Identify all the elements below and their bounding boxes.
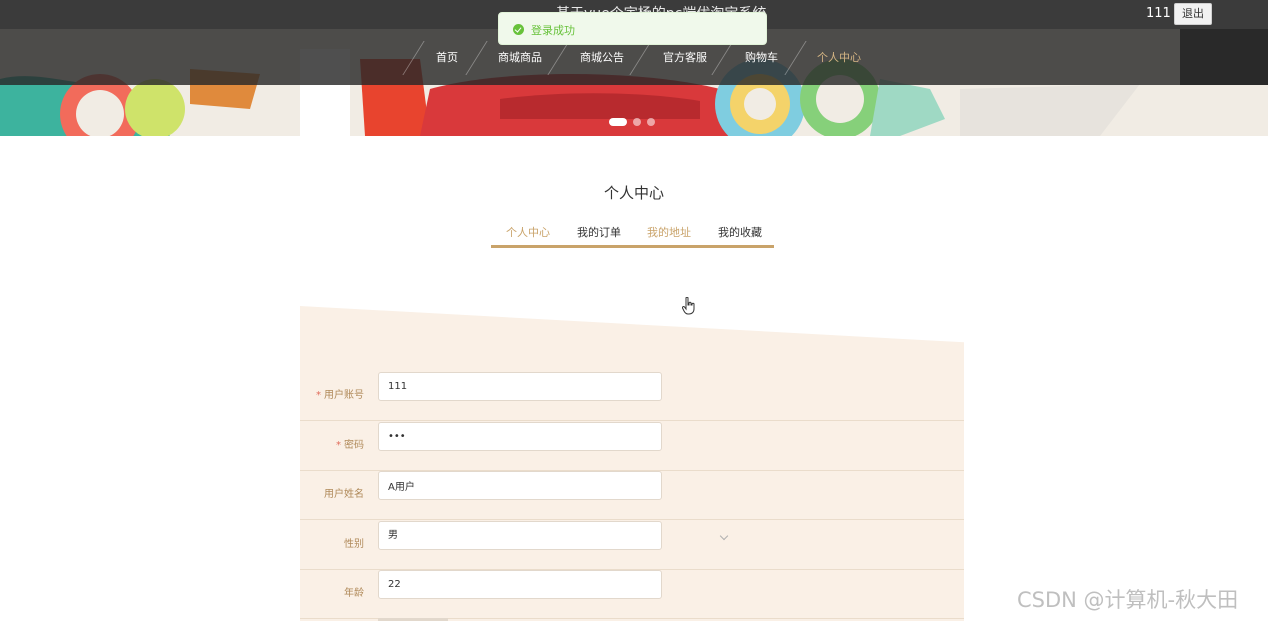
account-input[interactable] [378, 372, 662, 401]
hand-cursor-icon [682, 297, 695, 315]
field-label: 性别 [344, 539, 364, 550]
nav-separator [784, 41, 807, 75]
nav-item-products[interactable]: 商城商品 [498, 49, 542, 65]
carousel-dot-1[interactable] [609, 118, 627, 126]
field-label: * 密码 [336, 440, 364, 451]
nav-separator [629, 41, 652, 75]
success-toast: 登录成功 [498, 12, 767, 45]
banner-carousel[interactable]: 首页 商城商品 商城公告 官方客服 购物车 个人中心 [0, 29, 1268, 136]
carousel-dot-2[interactable] [633, 118, 641, 126]
tab-my-address[interactable]: 我的地址 [647, 224, 691, 240]
nav-separator [465, 41, 488, 75]
tab-profile[interactable]: 个人中心 [506, 224, 550, 240]
gender-select-value: 男 [388, 530, 398, 541]
field-label: * 用户账号 [316, 390, 364, 401]
form-row-password: * 密码 [300, 421, 964, 471]
nav-separator [547, 41, 570, 75]
username: 111 [1146, 6, 1171, 21]
page-title: 个人中心 [603, 184, 664, 202]
field-label: 年龄 [344, 588, 364, 599]
nav-separator [402, 41, 425, 75]
chevron-down-icon [719, 531, 729, 541]
toast-message: 登录成功 [531, 24, 575, 37]
form-row-account: * 用户账号 [300, 371, 964, 421]
form-row-gender: 性别 男 [300, 520, 964, 570]
nav-item-announcements[interactable]: 商城公告 [580, 49, 624, 65]
form-row-age: 年龄 [300, 569, 964, 619]
tab-my-favorites[interactable]: 我的收藏 [718, 224, 762, 240]
form-row-name: 用户姓名 [300, 470, 964, 520]
age-input[interactable] [378, 570, 662, 599]
gender-select[interactable]: 男 [378, 521, 729, 550]
name-input[interactable] [378, 471, 662, 500]
nav-separator [711, 41, 734, 75]
watermark: CSDN @计算机-秋大田 [1017, 588, 1239, 612]
nav-item-customer-service[interactable]: 官方客服 [663, 49, 707, 65]
page-root: 基于vue个宇杨的pc端优淘宝系统 111 退出 首页 [0, 0, 1268, 621]
field-label: 用户姓名 [324, 489, 364, 500]
nav-item-home[interactable]: 首页 [436, 49, 458, 65]
success-check-icon [513, 24, 524, 35]
nav-item-profile[interactable]: 个人中心 [817, 49, 861, 65]
logout-button[interactable]: 退出 [1174, 3, 1212, 25]
tab-my-orders[interactable]: 我的订单 [577, 224, 621, 240]
nav-item-cart[interactable]: 购物车 [745, 49, 778, 65]
password-input[interactable] [378, 422, 662, 451]
carousel-dot-3[interactable] [647, 118, 655, 126]
profile-tabs: 个人中心 我的订单 我的地址 我的收藏 [491, 220, 774, 248]
